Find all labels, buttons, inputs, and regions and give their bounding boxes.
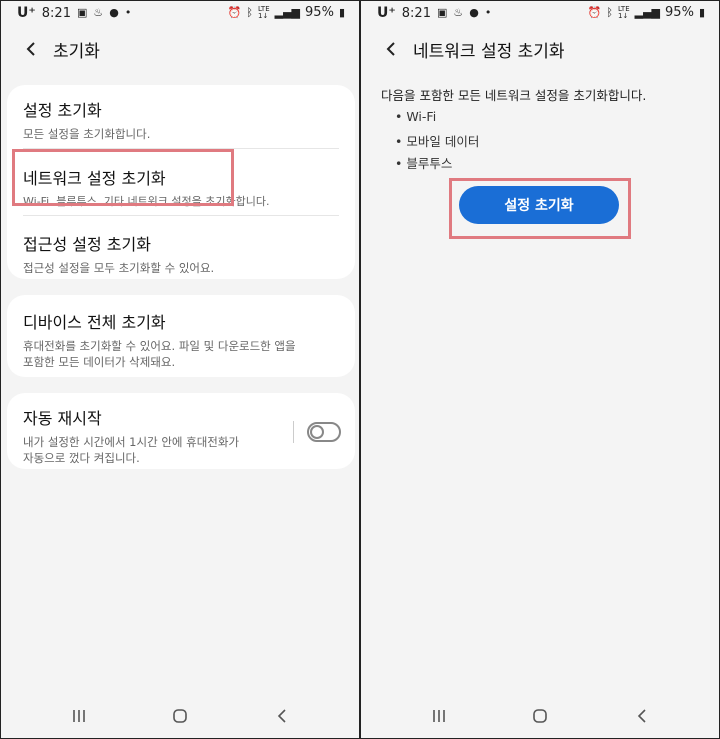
battery-icon: ▮ xyxy=(698,5,705,19)
bluetooth-icon: ᛒ xyxy=(246,5,253,19)
screen-reset-menu: U⁺ 8:21 ▣ ♨ ● • ⏰ ᛒ LTE 1↓ ▂▄▆ 95% ▮ 초기화 xyxy=(1,1,359,738)
recent-apps-icon[interactable] xyxy=(431,708,447,724)
status-bar: U⁺ 8:21 ▣ ♨ ● • ⏰ ᛒ LTE 1↓ ▂▄▆ 95% ▮ xyxy=(361,1,719,27)
lte-icon: LTE 1↓ xyxy=(258,4,270,20)
battery-icon: ▮ xyxy=(338,5,345,19)
alarm-icon: ⏰ xyxy=(587,5,602,19)
auto-restart-toggle[interactable] xyxy=(307,422,341,442)
carrier-label: U⁺ xyxy=(377,5,396,21)
factory-reset-card: 디바이스 전체 초기화 휴대전화를 초기화할 수 있어요. 파일 및 다운로드한… xyxy=(7,295,355,377)
more-notifications-icon: • xyxy=(124,6,132,19)
toggle-knob xyxy=(310,425,324,439)
notification-icon: ♨ xyxy=(93,6,104,19)
auto-restart-card: 자동 재시작 내가 설정한 시간에서 1시간 안에 휴대전화가 자동으로 껐다 … xyxy=(7,393,355,469)
reset-button-highlight xyxy=(449,178,631,239)
factory-reset-sub: 휴대전화를 초기화할 수 있어요. 파일 및 다운로드한 앱을 포함한 모든 데… xyxy=(23,339,296,369)
reset-settings-item[interactable]: 설정 초기화 모든 설정을 초기화합니다. xyxy=(23,97,339,142)
screen-network-reset: U⁺ 8:21 ▣ ♨ ● • ⏰ ᛒ LTE 1↓ ▂▄▆ 95% ▮ 네트워… xyxy=(361,1,719,738)
accessibility-reset-sub: 접근성 설정을 모두 초기화할 수 있어요. xyxy=(23,261,215,275)
alarm-icon: ⏰ xyxy=(227,5,242,19)
bullet-mobile-data: • 모바일 데이터 xyxy=(395,134,480,149)
page-title: 네트워크 설정 초기화 xyxy=(413,41,565,62)
back-button[interactable] xyxy=(21,39,41,59)
app-header: 초기화 xyxy=(1,31,359,67)
toggle-divider xyxy=(293,421,294,443)
home-icon[interactable] xyxy=(532,708,548,724)
app-header: 네트워크 설정 초기화 xyxy=(361,31,719,67)
network-reset-highlight xyxy=(12,149,234,206)
battery-level: 95% xyxy=(305,5,334,20)
more-notifications-icon: • xyxy=(484,6,492,19)
home-icon[interactable] xyxy=(172,708,188,724)
auto-restart-item[interactable]: 자동 재시작 내가 설정한 시간에서 1시간 안에 휴대전화가 자동으로 껐다 … xyxy=(23,405,339,466)
back-nav-icon[interactable] xyxy=(274,708,290,724)
page-title: 초기화 xyxy=(53,41,100,62)
battery-level: 95% xyxy=(665,5,694,20)
factory-reset-item[interactable]: 디바이스 전체 초기화 휴대전화를 초기화할 수 있어요. 파일 및 다운로드한… xyxy=(23,309,339,370)
status-bar: U⁺ 8:21 ▣ ♨ ● • ⏰ ᛒ LTE 1↓ ▂▄▆ 95% ▮ xyxy=(1,1,359,27)
chat-notification-icon: ● xyxy=(469,6,479,19)
signal-icon: ▂▄▆ xyxy=(274,5,301,19)
auto-restart-title: 자동 재시작 xyxy=(23,409,102,428)
signal-icon: ▂▄▆ xyxy=(634,5,661,19)
back-button[interactable] xyxy=(381,39,401,59)
navigation-bar xyxy=(361,698,719,738)
accessibility-reset-title: 접근성 설정 초기화 xyxy=(23,235,151,254)
recent-apps-icon[interactable] xyxy=(71,708,87,724)
reset-settings-sub: 모든 설정을 초기화합니다. xyxy=(23,127,151,141)
bullet-wifi: • Wi-Fi xyxy=(395,109,437,124)
accessibility-reset-item[interactable]: 접근성 설정 초기화 접근성 설정을 모두 초기화할 수 있어요. xyxy=(23,231,339,276)
factory-reset-title: 디바이스 전체 초기화 xyxy=(23,313,166,332)
row-divider xyxy=(23,215,339,216)
reset-settings-title: 설정 초기화 xyxy=(23,101,102,120)
carrier-label: U⁺ xyxy=(17,5,36,21)
back-arrow-icon xyxy=(386,42,395,56)
chat-notification-icon: ● xyxy=(109,6,119,19)
auto-restart-sub: 내가 설정한 시간에서 1시간 안에 휴대전화가 자동으로 껐다 켜집니다. xyxy=(23,435,240,465)
back-arrow-icon xyxy=(26,42,35,56)
back-nav-icon[interactable] xyxy=(634,708,650,724)
reset-description: 다음을 포함한 모든 네트워크 설정을 초기화합니다. xyxy=(381,88,647,103)
bluetooth-icon: ᛒ xyxy=(606,5,613,19)
clock: 8:21 xyxy=(401,5,431,21)
bullet-bluetooth: • 블루투스 xyxy=(395,156,453,171)
lte-icon: LTE 1↓ xyxy=(618,4,630,20)
clock: 8:21 xyxy=(41,5,71,21)
navigation-bar xyxy=(1,698,359,738)
notification-icon: ♨ xyxy=(453,6,464,19)
gallery-notification-icon: ▣ xyxy=(436,6,448,19)
gallery-notification-icon: ▣ xyxy=(76,6,88,19)
